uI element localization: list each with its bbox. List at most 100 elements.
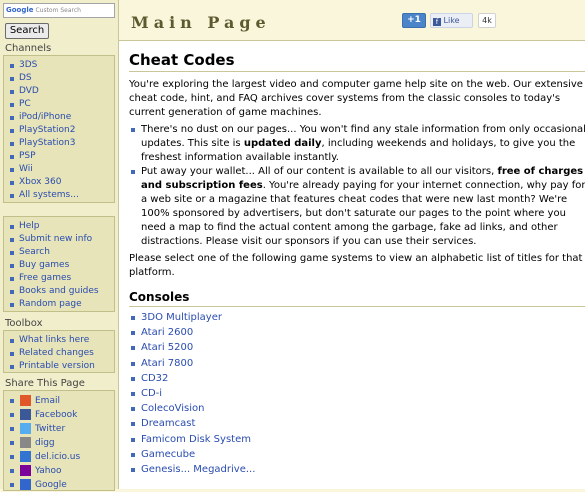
channels-title: Channels — [5, 43, 52, 54]
main-content: Main Page +1 f Like 4k Cheat Codes You'r… — [118, 0, 585, 489]
toolbox-title: Toolbox — [5, 318, 43, 329]
toolbox-item-related-changes: Related changes — [10, 347, 114, 360]
share-link-del-icio-us[interactable]: del.icio.us — [35, 452, 80, 462]
console-item-atari-7800: Atari 7800 — [129, 356, 585, 371]
help-link-random-page[interactable]: Random page — [19, 299, 82, 309]
console-item-cd-i: CD-i — [129, 386, 585, 401]
toolbox-link-what-links-here[interactable]: What links here — [19, 335, 89, 345]
share-link-twitter[interactable]: Twitter — [35, 424, 65, 434]
console-link-atari-2600[interactable]: Atari 2600 — [141, 327, 193, 338]
like-count: 4k — [478, 13, 496, 28]
channel-link-3ds[interactable]: 3DS — [19, 60, 37, 70]
console-link-3do-multiplayer[interactable]: 3DO Multiplayer — [141, 312, 222, 323]
facebook-icon: f — [433, 18, 441, 26]
like-label: Like — [443, 16, 460, 25]
console-link-genesis-megadrive[interactable]: Genesis... Megadrive... — [141, 464, 255, 475]
intro-paragraph: You're exploring the largest video and c… — [129, 79, 583, 118]
help-item-help: Help — [10, 220, 114, 233]
help-item-search: Search — [10, 246, 114, 259]
share-item-del-icio-us: del.icio.us — [10, 450, 114, 464]
help-link-books-and-guides[interactable]: Books and guides — [19, 286, 99, 296]
help-link-help[interactable]: Help — [19, 221, 40, 231]
channel-item-xbox-360: Xbox 360 — [10, 176, 114, 189]
article-heading: Cheat Codes — [129, 50, 585, 72]
channel-link-playstation2[interactable]: PlayStation2 — [19, 125, 76, 135]
channel-link-all-systems[interactable]: All systems... — [19, 190, 79, 200]
delicious-icon — [20, 451, 31, 462]
share-link-digg[interactable]: digg — [35, 438, 55, 448]
toolbox-list: What links here Related changes Printable … — [10, 334, 114, 373]
share-list: Email Facebook Twitter digg del.icio.us Yahoo… — [10, 394, 114, 492]
console-link-gamecube[interactable]: Gamecube — [141, 449, 195, 460]
channel-link-dvd[interactable]: DVD — [19, 86, 39, 96]
search-input[interactable]: Google Custom Search — [3, 3, 115, 18]
console-link-dreamcast[interactable]: Dreamcast — [141, 418, 195, 429]
help-item-buy-games: Buy games — [10, 259, 114, 272]
console-item-3do-multiplayer: 3DO Multiplayer — [129, 310, 585, 325]
help-box: Help Submit new info Search Buy games Free g… — [3, 216, 115, 312]
channel-link-xbox-360[interactable]: Xbox 360 — [19, 177, 61, 187]
channel-link-wii[interactable]: Wii — [19, 164, 33, 174]
console-link-famicom-disk-system[interactable]: Famicom Disk System — [141, 434, 251, 445]
console-item-atari-2600: Atari 2600 — [129, 325, 585, 340]
feature-item-free: Put away your wallet... All of our conte… — [129, 165, 585, 249]
console-item-gamecube: Gamecube — [129, 447, 585, 462]
share-link-email[interactable]: Email — [35, 396, 60, 406]
channel-link-psp[interactable]: PSP — [19, 151, 36, 161]
yahoo-icon — [20, 465, 31, 476]
channel-item-wii: Wii — [10, 163, 114, 176]
console-link-atari-5200[interactable]: Atari 5200 — [141, 342, 193, 353]
consoles-list: 3DO Multiplayer Atari 2600 Atari 5200 Atari… — [129, 310, 585, 477]
share-item-google: Google — [10, 478, 114, 492]
share-item-yahoo: Yahoo — [10, 464, 114, 478]
help-item-submit-new-info: Submit new info — [10, 233, 114, 246]
search-button[interactable]: Search — [5, 23, 49, 39]
help-item-books-and-guides: Books and guides — [10, 285, 114, 298]
channel-link-ds[interactable]: DS — [19, 73, 32, 83]
share-item-twitter: Twitter — [10, 422, 114, 436]
channel-link-ipod-iphone[interactable]: iPod/iPhone — [19, 112, 71, 122]
facebook-like-button[interactable]: f Like — [430, 13, 473, 28]
article: Cheat Codes You're exploring the largest… — [129, 50, 585, 477]
channel-item-3ds: 3DS — [10, 59, 114, 72]
console-item-colecovision: ColecoVision — [129, 401, 585, 416]
select-paragraph: Please select one of the following game … — [129, 253, 583, 278]
help-link-free-games[interactable]: Free games — [19, 273, 71, 283]
share-title: Share This Page — [5, 378, 85, 389]
channel-item-ds: DS — [10, 72, 114, 85]
console-link-atari-7800[interactable]: Atari 7800 — [141, 358, 193, 369]
channel-link-playstation3[interactable]: PlayStation3 — [19, 138, 76, 148]
toolbox-box: What links here Related changes Printable … — [3, 330, 115, 373]
channels-box: 3DS DS DVD PC iPod/iPhone PlayStation2 PlaySta… — [3, 55, 115, 203]
toolbox-link-related-changes[interactable]: Related changes — [19, 348, 94, 358]
share-link-yahoo[interactable]: Yahoo — [35, 466, 62, 476]
email-icon — [20, 395, 31, 406]
channel-link-pc[interactable]: PC — [19, 99, 31, 109]
console-item-dreamcast: Dreamcast — [129, 416, 585, 431]
console-link-cd32[interactable]: CD32 — [141, 373, 168, 384]
share-link-facebook[interactable]: Facebook — [35, 410, 77, 420]
help-item-free-games: Free games — [10, 272, 114, 285]
toolbox-item-printable-version: Printable version — [10, 360, 114, 373]
console-item-atari-5200: Atari 5200 — [129, 340, 585, 355]
search-box: Google Custom Search Search — [3, 3, 115, 39]
toolbox-link-printable-version[interactable]: Printable version — [19, 361, 95, 371]
channel-item-playstation2: PlayStation2 — [10, 124, 114, 137]
consoles-heading: Consoles — [129, 288, 585, 307]
channel-item-dvd: DVD — [10, 85, 114, 98]
help-link-submit-new-info[interactable]: Submit new info — [19, 234, 92, 244]
channel-item-ipod-iphone: iPod/iPhone — [10, 111, 114, 124]
share-item-digg: digg — [10, 436, 114, 450]
help-link-buy-games[interactable]: Buy games — [19, 260, 69, 270]
facebook-icon — [20, 409, 31, 420]
console-link-cd-i[interactable]: CD-i — [141, 388, 162, 399]
help-list: Help Submit new info Search Buy games Free g… — [10, 220, 114, 311]
console-link-colecovision[interactable]: ColecoVision — [141, 403, 205, 414]
channel-item-psp: PSP — [10, 150, 114, 163]
console-item-genesis-megadrive: Genesis... Megadrive... — [129, 462, 585, 477]
help-link-search[interactable]: Search — [19, 247, 50, 257]
google-plusone-button[interactable]: +1 — [402, 13, 426, 28]
search-placeholder: Custom Search — [35, 7, 81, 14]
twitter-icon — [20, 423, 31, 434]
page-header: Main Page +1 f Like 4k — [119, 0, 585, 41]
